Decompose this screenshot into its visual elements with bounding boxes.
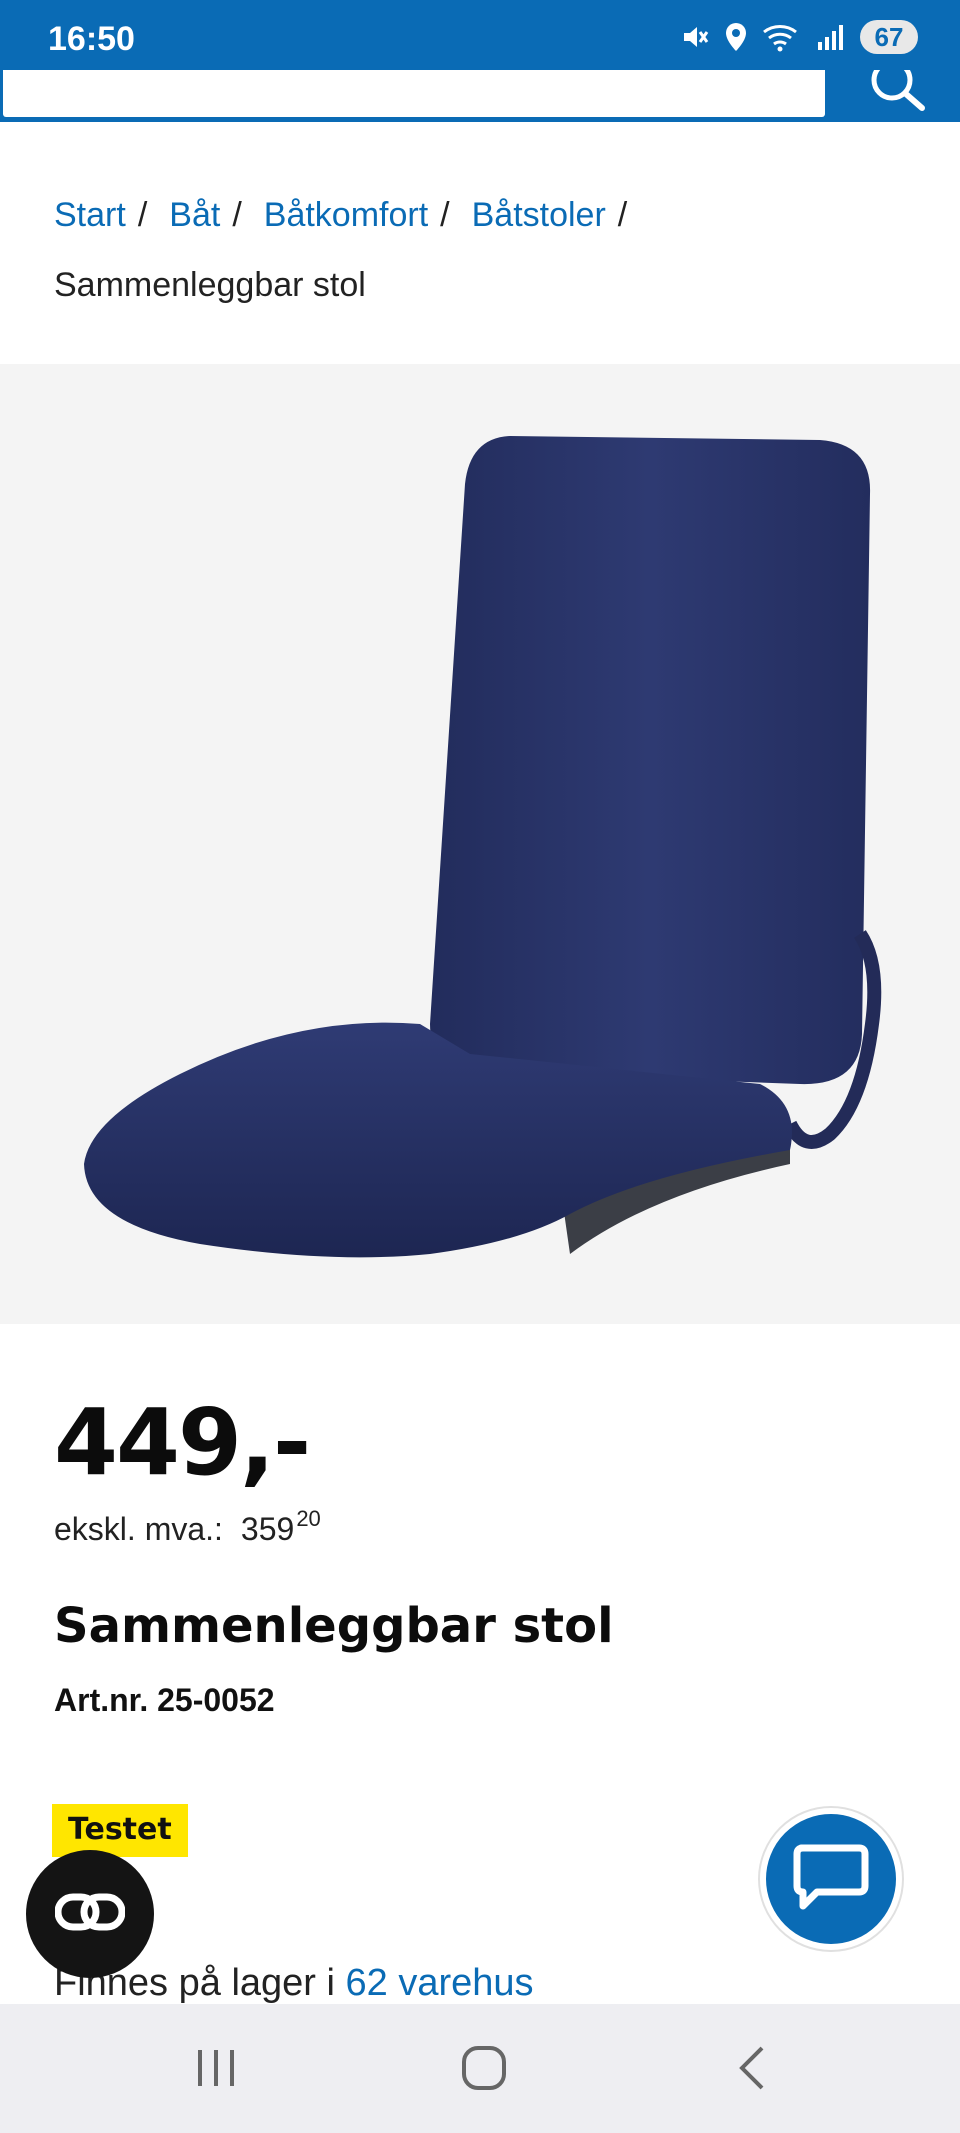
recents-button[interactable] — [186, 2040, 246, 2100]
breadcrumb-item-batstoler[interactable]: Båtstoler — [472, 192, 606, 238]
breadcrumb-separator: / — [617, 196, 628, 234]
chat-icon — [793, 1842, 869, 1916]
location-icon — [724, 22, 748, 52]
mute-icon — [680, 22, 710, 52]
search-icon — [828, 59, 960, 126]
breadcrumb: Start / Båt / Båtkomfort / Båtstoler / S… — [54, 192, 914, 308]
ex-vat-label: ekskl. mva.: — [54, 1511, 223, 1547]
link-button[interactable] — [26, 1850, 154, 1978]
search-button[interactable] — [828, 59, 960, 122]
price-ex-vat: ekskl. mva.: 35920 — [54, 1506, 321, 1548]
battery-indicator: 67 — [860, 20, 918, 54]
recents-icon — [194, 2046, 238, 2094]
breadcrumb-separator: / — [232, 196, 242, 234]
breadcrumb-item-start[interactable]: Start — [54, 192, 126, 238]
product-image[interactable] — [0, 364, 960, 1324]
back-button[interactable] — [722, 2040, 782, 2100]
chat-button[interactable] — [760, 1808, 902, 1950]
article-number: Art.nr. 25-0052 — [54, 1682, 275, 1718]
chair-illustration — [84, 436, 882, 1258]
stock-stores-link[interactable]: 62 varehus — [346, 1962, 534, 2004]
wifi-icon — [762, 22, 802, 52]
status-icons: 67 — [680, 20, 918, 54]
ex-vat-cents: 20 — [296, 1506, 321, 1531]
signal-icon — [816, 22, 846, 52]
ex-vat-value: 359 — [240, 1511, 295, 1547]
breadcrumb-separator: / — [440, 196, 450, 234]
tested-badge: Testet — [52, 1804, 188, 1857]
status-time: 16:50 — [48, 20, 135, 58]
breadcrumb-item-bat[interactable]: Båt — [169, 192, 220, 238]
breadcrumb-item-batkomfort[interactable]: Båtkomfort — [264, 192, 428, 238]
search-input[interactable] — [0, 70, 828, 120]
home-icon — [460, 2044, 508, 2096]
stock-availability: Finnes på lager i 62 varehus — [54, 1962, 534, 2005]
price: 449,- — [54, 1389, 311, 1496]
back-icon — [732, 2044, 772, 2096]
system-nav-bar — [0, 2004, 960, 2133]
link-icon — [54, 1892, 126, 1936]
breadcrumb-current: Sammenleggbar stol — [54, 266, 366, 304]
home-button[interactable] — [454, 2040, 514, 2100]
breadcrumb-separator: / — [137, 196, 148, 234]
breadcrumb-row: Start / Båt / Båtkomfort / Båtstoler / — [54, 192, 914, 238]
product-title: Sammenleggbar stol — [54, 1598, 614, 1654]
status-bar: 16:50 67 — [0, 0, 960, 70]
